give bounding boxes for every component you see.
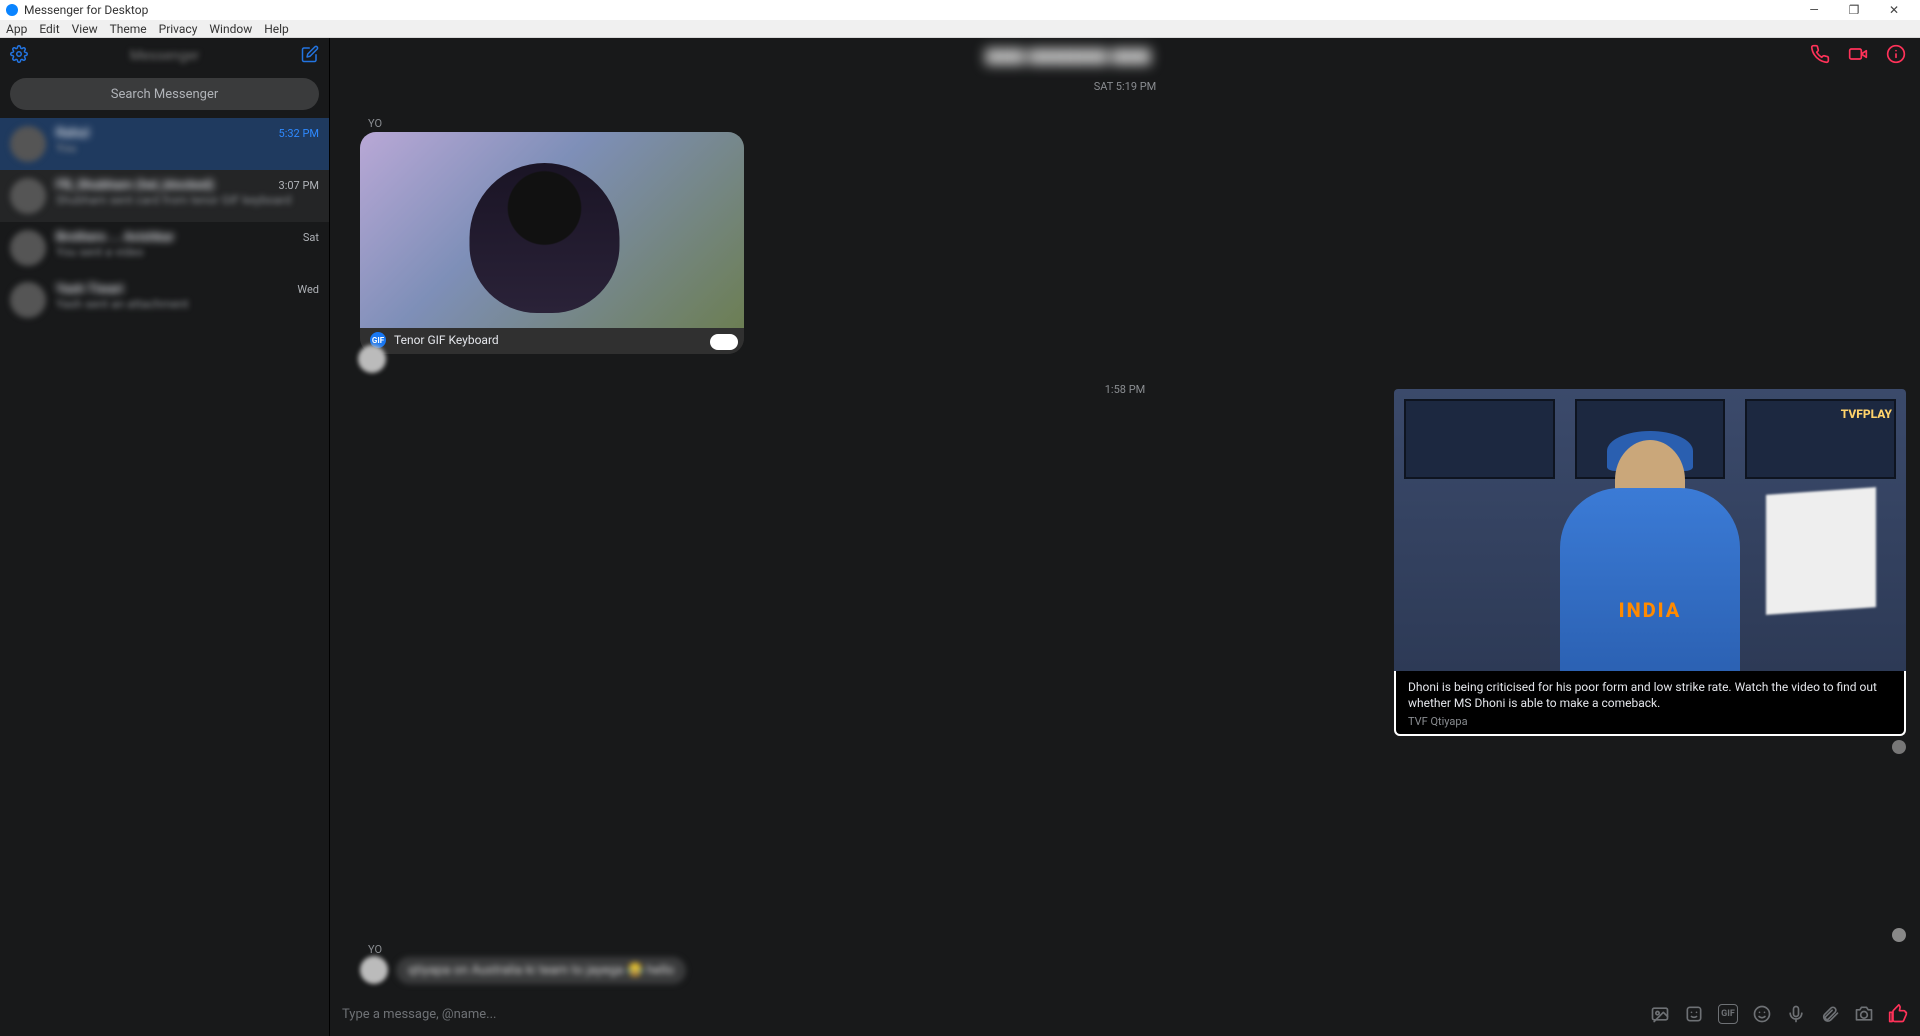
sender-label: YO <box>368 943 382 956</box>
menu-edit[interactable]: Edit <box>39 22 59 36</box>
chat-header: ████ ████████ ████ <box>330 38 1920 74</box>
conversation-item[interactable]: Yash Tiwari Wed Yash sent an attachment <box>0 274 329 326</box>
voice-icon[interactable] <box>1786 1004 1806 1024</box>
menu-privacy[interactable]: Privacy <box>159 22 198 36</box>
gif-source-label: Tenor GIF Keyboard <box>394 333 499 347</box>
conversation-item[interactable]: Brothers ... Avishkar Sat You sent a vide… <box>0 222 329 274</box>
timestamp: SAT 5:19 PM <box>330 74 1920 99</box>
conversation-name: Brothers ... Avishkar <box>56 230 174 245</box>
avatar <box>10 282 46 318</box>
conversation-item[interactable]: Rahul 5:32 PM You <box>0 118 329 170</box>
menu-view[interactable]: View <box>72 22 98 36</box>
window-minimize-button[interactable]: — <box>1794 3 1834 17</box>
video-brand-label: TVFPLAY <box>1841 407 1892 421</box>
avatar <box>10 230 46 266</box>
compose-input[interactable] <box>342 1007 1650 1022</box>
compose-bar: GIF <box>330 992 1920 1036</box>
menu-theme[interactable]: Theme <box>110 22 147 36</box>
message-text: qtiyapa on Australia ki team to jayega 😂… <box>396 957 686 984</box>
menu-bar: App Edit View Theme Privacy Window Help <box>0 20 1920 38</box>
conversation-name: FB_Shubham (hel_blocked) <box>56 178 214 193</box>
window-title: Messenger for Desktop <box>24 3 148 17</box>
message-outgoing: TVFPLAY Dhoni is being criticised for hi… <box>1386 389 1906 754</box>
menu-window[interactable]: Window <box>209 22 252 36</box>
sticker-icon[interactable] <box>1684 1004 1704 1024</box>
sender-avatar <box>360 956 388 984</box>
sender-label: YO <box>368 117 780 130</box>
video-thumbnail: TVFPLAY <box>1394 389 1906 671</box>
conversation-name: Rahul <box>56 126 89 141</box>
info-icon[interactable] <box>1886 44 1906 68</box>
sender-avatar <box>358 345 386 373</box>
video-description: Dhoni is being criticised for his poor f… <box>1408 679 1892 711</box>
conversation-preview: Shubham sent card from tenor GIF keyboar… <box>56 193 319 207</box>
conversation-item[interactable]: FB_Shubham (hel_blocked) 3:07 PM Shubham … <box>0 170 329 222</box>
video-call-icon[interactable] <box>1848 44 1868 68</box>
menu-help[interactable]: Help <box>264 22 289 36</box>
reaction-pill[interactable] <box>710 334 738 350</box>
window-close-button[interactable]: ✕ <box>1874 3 1914 17</box>
sidebar: Messenger Search Messenger Rahul 5:32 PM … <box>0 38 330 1036</box>
chat-peer-name: ████ ████████ ████ <box>344 48 1792 65</box>
gif-icon[interactable]: GIF <box>1718 1004 1738 1024</box>
seen-indicator-icon <box>1892 740 1906 754</box>
conversation-preview: Yash sent an attachment <box>56 297 319 311</box>
app-logo-icon <box>6 4 18 16</box>
voice-call-icon[interactable] <box>1810 44 1830 68</box>
chat-pane: ████ ████████ ████ SAT 5:19 PM YO GIF Te… <box>330 38 1920 1036</box>
emoji-icon[interactable] <box>1752 1004 1772 1024</box>
settings-icon[interactable] <box>10 45 28 67</box>
gif-attachment[interactable]: GIF Tenor GIF Keyboard <box>360 132 744 354</box>
window-titlebar: Messenger for Desktop — ❐ ✕ <box>0 0 1920 20</box>
video-source: TVF Qtiyapa <box>1408 715 1892 728</box>
gif-image <box>360 132 744 328</box>
camera-icon[interactable] <box>1854 1004 1874 1024</box>
conversation-time: 5:32 PM <box>279 127 319 140</box>
menu-app[interactable]: App <box>6 22 27 36</box>
conversation-preview: You sent a video <box>56 245 319 259</box>
conversation-name: Yash Tiwari <box>56 282 123 297</box>
conversation-time: Wed <box>297 283 319 296</box>
video-link-card[interactable]: TVFPLAY Dhoni is being criticised for hi… <box>1394 389 1906 736</box>
avatar <box>10 126 46 162</box>
message-incoming: YO GIF Tenor GIF Keyboard <box>360 117 780 354</box>
conversation-list: Rahul 5:32 PM You FB_Shubham (hel_blocked… <box>0 118 329 1036</box>
chat-body: YO GIF Tenor GIF Keyboard 1:58 PM <box>330 99 1920 992</box>
like-icon[interactable] <box>1888 1004 1908 1024</box>
attachment-icon[interactable] <box>1820 1004 1840 1024</box>
photo-icon[interactable] <box>1650 1004 1670 1024</box>
window-maximize-button[interactable]: ❐ <box>1834 3 1874 17</box>
conversation-time: Sat <box>303 231 319 244</box>
avatar <box>10 178 46 214</box>
sidebar-title: Messenger <box>28 48 301 64</box>
seen-indicator-icon <box>1892 928 1906 942</box>
search-input[interactable]: Search Messenger <box>10 78 319 110</box>
conversation-preview: You <box>56 141 319 155</box>
new-message-icon[interactable] <box>301 45 319 68</box>
conversation-time: 3:07 PM <box>279 179 319 192</box>
message-incoming: qtiyapa on Australia ki team to jayega 😂… <box>360 956 686 984</box>
